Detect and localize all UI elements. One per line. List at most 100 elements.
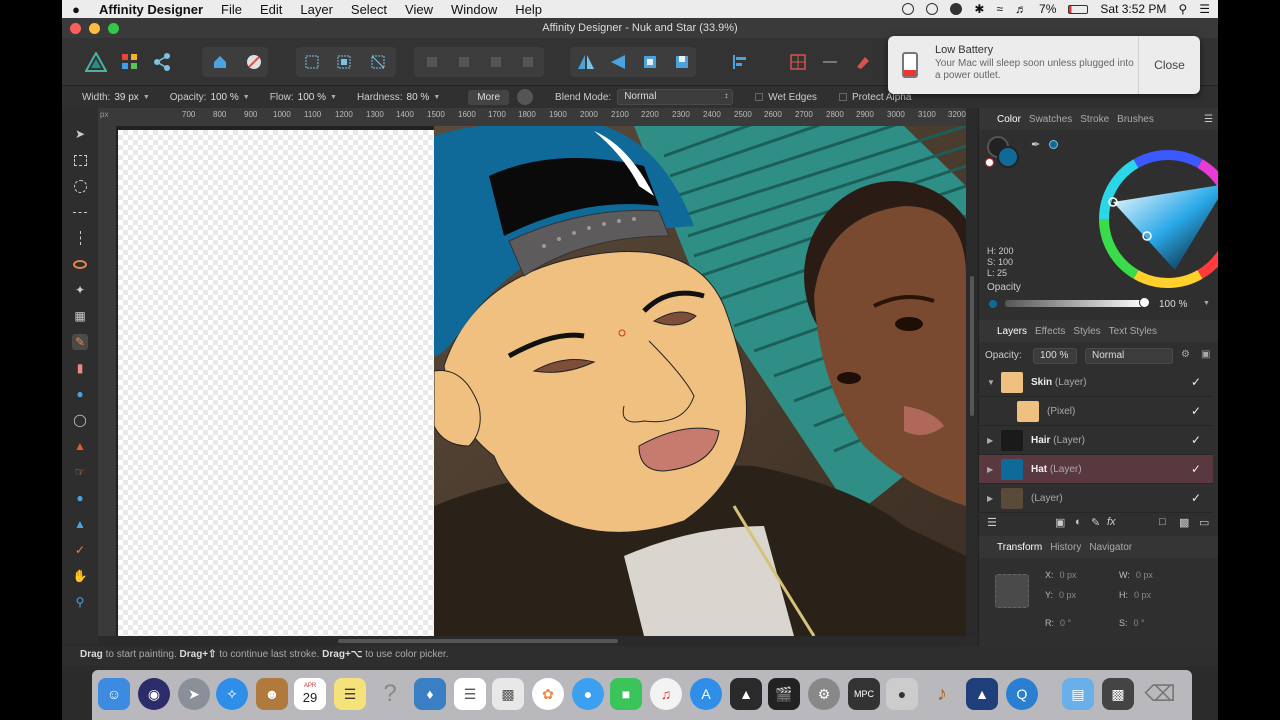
affinity-photo-icon[interactable]: ▲ [730,678,762,710]
flip-horizontal-icon[interactable] [574,50,598,74]
flood-fill-icon[interactable]: ● [72,386,88,402]
visibility-check-icon[interactable]: ✓ [1191,433,1201,447]
fill-stroke-swatch[interactable] [985,136,1021,170]
mask-icon[interactable]: ▣ [1055,516,1065,529]
magnet-icon[interactable] [850,50,874,74]
anchor-selector[interactable] [995,574,1029,608]
export-persona-icon[interactable] [150,50,174,74]
panel-menu-icon[interactable]: ☰ [1204,114,1213,125]
tab-navigator[interactable]: Navigator [1089,542,1132,553]
add-layer-icon[interactable]: □ [1159,516,1166,528]
pixel-persona-icon[interactable] [118,50,142,74]
share-icon[interactable] [208,50,232,74]
menu-view[interactable]: View [396,2,442,17]
app-status-icon[interactable] [950,3,963,15]
expand-icon[interactable]: ▶ [987,436,993,445]
color-opacity-knob[interactable] [1139,297,1150,308]
system-preferences-icon[interactable]: ⚙ [808,678,840,710]
row-marquee-icon[interactable] [72,204,88,220]
tab-history[interactable]: History [1050,542,1081,553]
launchpad-icon[interactable]: ➤ [178,678,210,710]
deselect-icon[interactable] [332,50,356,74]
x-field[interactable]: X: 0 px [1045,570,1077,580]
tab-transform[interactable]: Transform [997,542,1042,553]
wifi-icon[interactable]: ≈ [996,2,1003,16]
clock[interactable]: Sat 3:52 PM [1100,2,1166,16]
quicktime-icon[interactable]: Q [1006,678,1038,710]
safari-icon[interactable]: ✧ [216,678,248,710]
selection-brush-icon[interactable]: ✦ [72,282,88,298]
fx-icon[interactable]: fx [1107,516,1116,528]
tab-layers[interactable]: Layers [997,326,1027,337]
blur-brush-icon[interactable]: ● [72,490,88,506]
record-icon[interactable] [902,3,915,15]
expand-icon[interactable]: ▶ [987,465,993,474]
menu-app-name[interactable]: Affinity Designer [90,2,212,17]
apple-icon[interactable]: ● [62,2,90,17]
menu-layer[interactable]: Layer [291,2,342,17]
lock-icon[interactable]: ▣ [1201,349,1210,360]
visibility-check-icon[interactable]: ✓ [1191,462,1201,476]
downloads-folder-icon[interactable]: ▤ [1062,678,1094,710]
menu-select[interactable]: Select [342,2,396,17]
unknown-app-icon[interactable]: ? [374,678,406,710]
utility-icon[interactable]: ● [886,678,918,710]
notification-close-button[interactable]: Close [1138,36,1200,94]
tab-swatches[interactable]: Swatches [1029,114,1072,125]
flip-vertical-icon[interactable] [606,50,630,74]
menu-file[interactable]: File [212,2,251,17]
erase-brush-icon[interactable]: ▮ [72,360,88,376]
sharpen-brush-icon[interactable]: ▲ [72,516,88,532]
width-dropdown-icon[interactable]: ▼ [143,94,150,101]
rotate-left-icon[interactable] [638,50,662,74]
align-icon[interactable] [728,50,752,74]
recent-color[interactable] [1049,140,1058,149]
layer-opacity-field[interactable]: 100 % [1033,348,1077,364]
width-value[interactable]: 39 px [114,92,138,103]
affinity-designer-icon[interactable]: ▲ [966,678,998,710]
move-tool-icon[interactable]: ➤ [72,126,88,142]
preview-icon[interactable]: ♦ [414,678,446,710]
brush-settings-icon[interactable] [517,89,534,105]
shear-field[interactable]: S: 0 ° [1119,618,1145,628]
layer-row-hair[interactable]: ▶ Hair (Layer) ✓ [979,426,1213,455]
vertical-scroll-thumb[interactable] [970,276,974,416]
menu-edit[interactable]: Edit [251,2,291,17]
vertical-scrollbar[interactable] [966,126,978,636]
wet-edges-checkbox[interactable] [755,93,764,101]
fill-swatch[interactable] [997,146,1019,168]
color-opacity-slider[interactable] [1005,300,1145,307]
mpc-icon[interactable]: MPC [848,678,880,710]
adjustment-icon[interactable]: ◐ [1075,516,1082,528]
bluetooth-icon[interactable]: ✱ [974,2,984,16]
textedit-icon[interactable]: ☰ [454,678,486,710]
layers-stack-icon[interactable]: ☰ [987,516,997,529]
facetime-icon[interactable]: ■ [610,678,642,710]
layer-blend-select[interactable]: Normal [1085,348,1173,364]
duplicate-layer-icon[interactable]: ▩ [1179,516,1189,529]
tab-effects[interactable]: Effects [1035,326,1065,337]
layer-row-skin[interactable]: ▼ Skin (Layer) ✓ [979,368,1213,397]
more-button[interactable]: More [468,89,510,105]
visibility-check-icon[interactable]: ✓ [1191,491,1201,505]
zoom-window-button[interactable] [108,23,119,34]
designer-persona-icon[interactable] [84,50,108,74]
arrange-backward-icon[interactable] [452,50,476,74]
photos-icon[interactable]: ✿ [532,678,564,710]
snapping-options-icon[interactable] [818,50,842,74]
color-opacity-dropdown-icon[interactable]: ▼ [1203,300,1210,307]
final-cut-icon[interactable]: 🎬 [768,678,800,710]
select-all-icon[interactable] [300,50,324,74]
layer-settings-icon[interactable]: ⚙ [1181,349,1190,360]
horizontal-scroll-thumb[interactable] [338,639,618,643]
contacts-icon[interactable]: ☻ [256,678,288,710]
paint-brush-icon[interactable]: ✎ [72,334,88,350]
transparent-area[interactable] [118,130,434,636]
ellipse-marquee-icon[interactable] [72,178,88,194]
battery-percent[interactable]: 7% [1039,2,1056,16]
invert-selection-icon[interactable] [366,50,390,74]
flow-dropdown-icon[interactable]: ▼ [330,94,337,101]
notes-icon[interactable]: ☰ [334,678,366,710]
delete-layer-icon[interactable]: ▭ [1199,516,1209,529]
tab-styles[interactable]: Styles [1073,326,1100,337]
